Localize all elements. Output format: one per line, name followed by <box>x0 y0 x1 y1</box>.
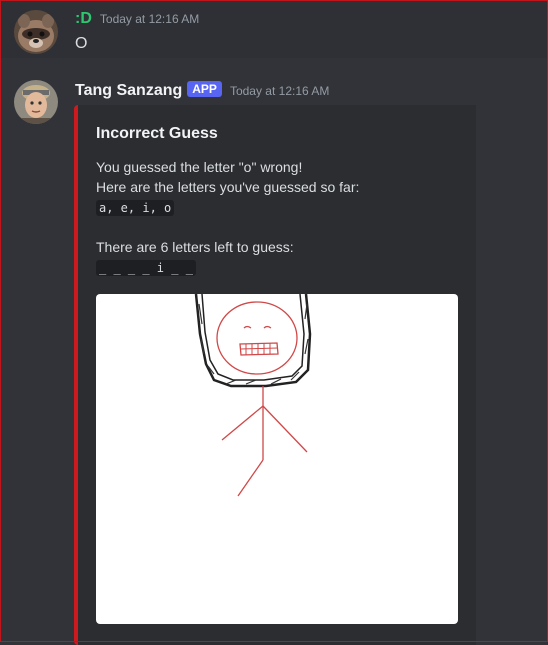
embed-description: You guessed the letter "o" wrong! Here a… <box>96 157 466 277</box>
message-header: :D Today at 12:16 AM <box>75 10 199 28</box>
hangman-drawing[interactable] <box>96 294 458 624</box>
embed: Incorrect Guess You guessed the letter "… <box>74 105 476 645</box>
word-progress: _ _ _ _ i _ _ <box>96 260 196 276</box>
embed-line: Here are the letters you've guessed so f… <box>96 179 360 195</box>
username[interactable]: :D <box>75 10 92 28</box>
raccoon-avatar-icon[interactable] <box>14 10 58 54</box>
message-2: Tang Sanzang APP Today at 12:16 AM Incor… <box>0 70 548 645</box>
message-text: O <box>75 35 88 52</box>
guessed-letters: a, e, i, o <box>96 200 175 216</box>
message-header: Tang Sanzang APP Today at 12:16 AM <box>75 81 330 100</box>
app-badge: APP <box>187 81 222 97</box>
timestamp: Today at 12:16 AM <box>229 84 330 98</box>
embed-title: Incorrect Guess <box>96 125 218 142</box>
username[interactable]: Tang Sanzang <box>75 82 182 100</box>
embed-line: There are 6 letters left to guess: <box>96 239 294 255</box>
embed-line: You guessed the letter "o" wrong! <box>96 159 303 175</box>
man-avatar-icon[interactable] <box>14 80 58 124</box>
timestamp: Today at 12:16 AM <box>99 12 200 26</box>
message-1: :D Today at 12:16 AM O <box>0 0 548 58</box>
